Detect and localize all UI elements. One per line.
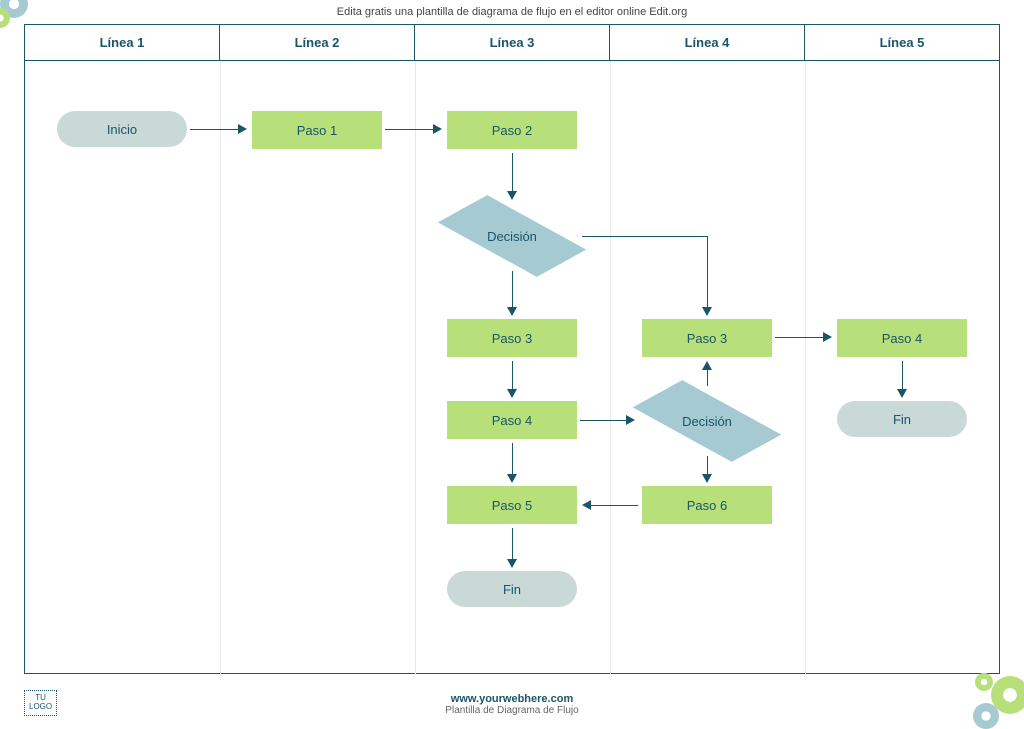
lane-divider bbox=[415, 61, 416, 674]
arrow bbox=[707, 369, 708, 386]
node-label: Decisión bbox=[682, 414, 732, 429]
node-label: Fin bbox=[503, 582, 521, 597]
flowchart-canvas: Línea 1 Línea 2 Línea 3 Línea 4 Línea 5 … bbox=[24, 24, 1000, 674]
node-label: Fin bbox=[893, 412, 911, 427]
lane-divider bbox=[610, 61, 611, 674]
node-paso1[interactable]: Paso 1 bbox=[252, 111, 382, 149]
arrow bbox=[590, 505, 638, 506]
node-label: Paso 6 bbox=[687, 498, 727, 513]
lanes-area: Inicio Paso 1 Paso 2 Decisión Paso 3 Pas… bbox=[25, 61, 999, 674]
arrow-head bbox=[507, 307, 517, 316]
arrow bbox=[512, 443, 513, 476]
lane-header-4: Línea 4 bbox=[610, 25, 805, 60]
arrow-head bbox=[507, 191, 517, 200]
node-inicio[interactable]: Inicio bbox=[57, 111, 187, 147]
arrow-head bbox=[507, 559, 517, 568]
node-label: Inicio bbox=[107, 122, 137, 137]
arrow bbox=[512, 528, 513, 561]
arrow-head bbox=[897, 389, 907, 398]
node-label: Paso 3 bbox=[492, 331, 532, 346]
arrow-head bbox=[433, 124, 442, 134]
node-label: Paso 5 bbox=[492, 498, 532, 513]
arrow bbox=[512, 271, 513, 309]
node-paso6[interactable]: Paso 6 bbox=[642, 486, 772, 524]
arrow bbox=[580, 420, 628, 421]
arrow-head bbox=[507, 389, 517, 398]
arrow bbox=[775, 337, 825, 338]
arrow bbox=[707, 236, 708, 309]
node-paso3a[interactable]: Paso 3 bbox=[447, 319, 577, 357]
node-label: Paso 4 bbox=[492, 413, 532, 428]
lane-header-5: Línea 5 bbox=[805, 25, 999, 60]
arrow-head bbox=[823, 332, 832, 342]
lane-divider bbox=[805, 61, 806, 674]
node-paso2[interactable]: Paso 2 bbox=[447, 111, 577, 149]
lane-header-1: Línea 1 bbox=[25, 25, 220, 60]
node-label: Paso 2 bbox=[492, 123, 532, 138]
arrow bbox=[582, 236, 707, 237]
lane-header-2: Línea 2 bbox=[220, 25, 415, 60]
arrow-head bbox=[507, 474, 517, 483]
arrow-head bbox=[582, 500, 591, 510]
arrow-head bbox=[702, 361, 712, 370]
tagline: Edita gratis una plantilla de diagrama d… bbox=[0, 0, 1024, 24]
arrow-head bbox=[238, 124, 247, 134]
lane-headers: Línea 1 Línea 2 Línea 3 Línea 4 Línea 5 bbox=[25, 25, 999, 61]
node-paso4b[interactable]: Paso 4 bbox=[837, 319, 967, 357]
footer-web: www.yourwebhere.com bbox=[0, 693, 1024, 705]
arrow bbox=[902, 361, 903, 391]
node-paso3b[interactable]: Paso 3 bbox=[642, 319, 772, 357]
node-fin1[interactable]: Fin bbox=[447, 571, 577, 607]
node-label: Paso 4 bbox=[882, 331, 922, 346]
arrow-head bbox=[702, 307, 712, 316]
node-paso4a[interactable]: Paso 4 bbox=[447, 401, 577, 439]
node-paso5[interactable]: Paso 5 bbox=[447, 486, 577, 524]
node-decision2[interactable]: Decisión bbox=[637, 386, 777, 456]
arrow bbox=[190, 129, 240, 130]
arrow bbox=[385, 129, 435, 130]
arrow-head bbox=[702, 474, 712, 483]
node-label: Paso 1 bbox=[297, 123, 337, 138]
arrow bbox=[707, 456, 708, 476]
lane-header-3: Línea 3 bbox=[415, 25, 610, 60]
node-label: Paso 3 bbox=[687, 331, 727, 346]
footer: www.yourwebhere.com Plantilla de Diagram… bbox=[0, 693, 1024, 716]
lane-divider bbox=[220, 61, 221, 674]
node-decision1[interactable]: Decisión bbox=[442, 201, 582, 271]
arrow-head bbox=[626, 415, 635, 425]
arrow bbox=[512, 361, 513, 391]
footer-sub: Plantilla de Diagrama de Flujo bbox=[0, 705, 1024, 716]
node-fin2[interactable]: Fin bbox=[837, 401, 967, 437]
node-label: Decisión bbox=[487, 229, 537, 244]
arrow bbox=[512, 153, 513, 193]
